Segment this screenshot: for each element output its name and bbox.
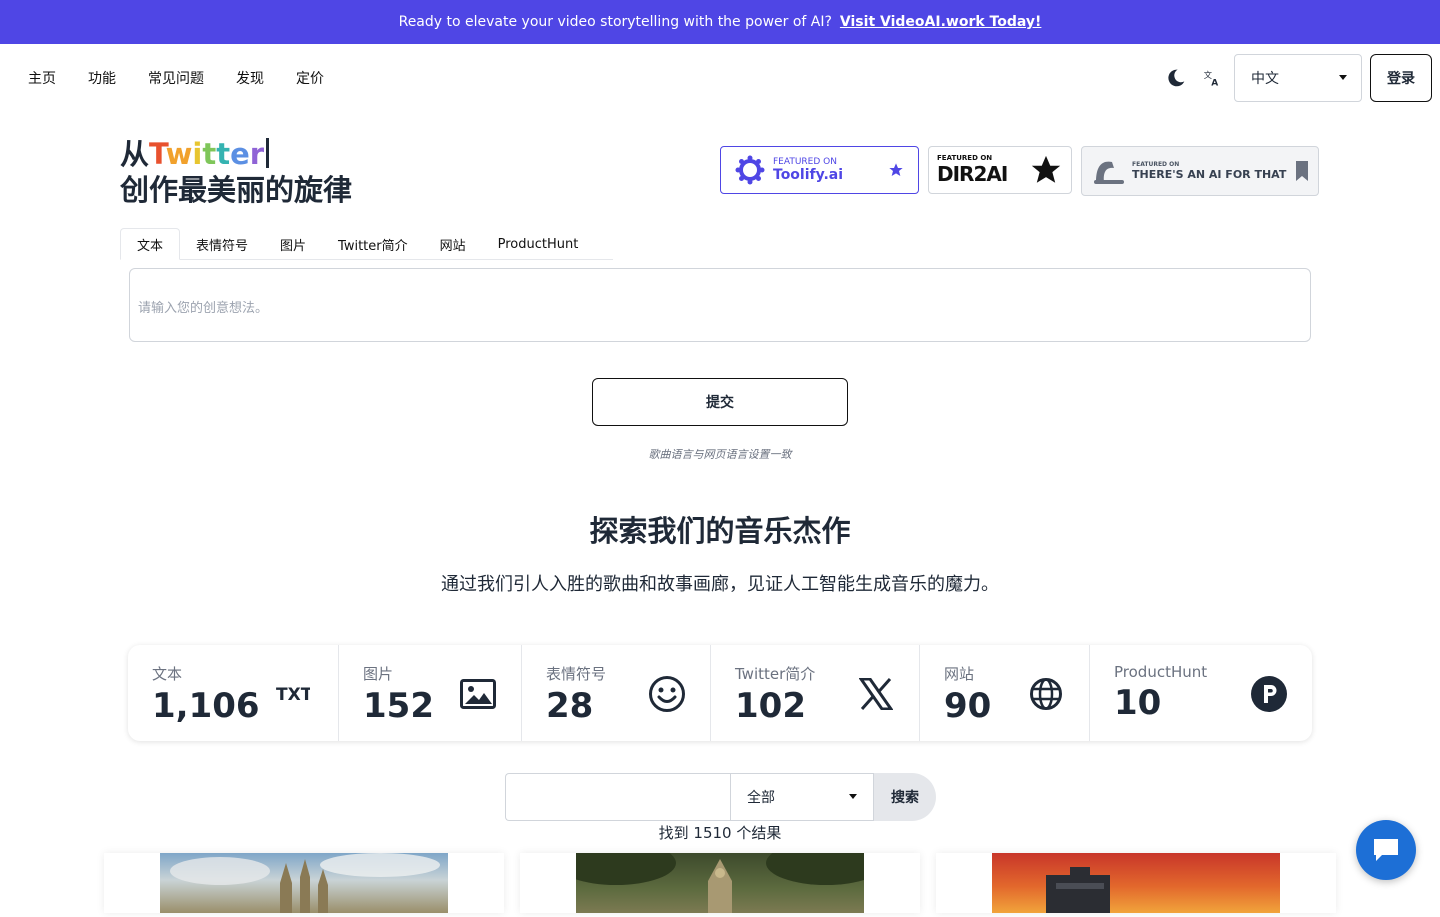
category-select[interactable]: 全部 [730,773,874,821]
nav-right: 文A 中文 登录 [1162,54,1432,102]
banner-text: Ready to elevate your video storytelling… [398,14,832,30]
nav-features[interactable]: 功能 [88,68,116,88]
hero-title: 从Twitter 创作最美丽的旋律 [120,136,352,208]
taaft-name: THERE'S AN AI FOR THAT [1132,168,1287,181]
search-button[interactable]: 搜索 [874,773,936,821]
svg-text:TXT: TXT [276,685,310,704]
taaft-text: FEATURED ON THERE'S AN AI FOR THAT [1132,161,1296,181]
toolify-badge[interactable]: FEATURED ON Toolify.ai [720,146,919,194]
rainbow-letter: i [192,137,203,171]
dir2ai-top: FEATURED ON [937,154,993,162]
toolify-logo-icon [735,155,765,185]
stat-twitter-bio[interactable]: Twitter简介 102 [711,645,920,741]
taaft-logo-icon [1094,161,1124,184]
nav-home[interactable]: 主页 [28,68,56,88]
idea-textarea[interactable]: 请输入您的创意想法。 [129,268,1311,342]
gallery-search: 全部 搜索 [505,773,936,821]
nav-pricing[interactable]: 定价 [296,68,324,88]
language-note: 歌曲语言与网页语言设置一致 [648,448,792,461]
nav-faq[interactable]: 常见问题 [148,68,204,88]
hero-line-1: 从Twitter [120,136,352,172]
tab-image[interactable]: 图片 [264,228,322,260]
nav-links: 主页 功能 常见问题 发现 定价 [28,44,324,112]
rainbow-letter: t [202,137,217,171]
gallery-card[interactable] [104,853,504,913]
svg-text:A: A [1211,79,1218,88]
rainbow-letter: e [230,137,250,171]
language-select[interactable]: 中文 [1234,54,1362,102]
featured-badges: FEATURED ON Toolify.ai FEATURED ON DIR2A… [720,146,1319,196]
stat-emoji[interactable]: 表情符号 28 [522,645,711,741]
hero-line-2: 创作最美丽的旋律 [120,173,353,207]
caret-down-icon [1339,75,1347,80]
announcement-banner: Ready to elevate your video storytelling… [0,0,1440,44]
toolify-top: FEATURED ON [773,157,837,167]
moon-icon[interactable] [1162,64,1190,92]
producthunt-icon [1250,675,1288,713]
category-value: 全部 [747,790,775,806]
toolify-text: FEATURED ON Toolify.ai [773,157,888,183]
rainbow-letter: T [149,137,166,171]
language-value: 中文 [1251,71,1279,87]
dir2ai-badge[interactable]: FEATURED ON DIR2AI [928,146,1072,194]
image-icon [459,675,497,713]
star-icon [889,163,903,176]
tab-website[interactable]: 网站 [424,228,482,260]
card-image[interactable] [992,853,1280,913]
search-input[interactable] [505,773,730,821]
star-icon [1031,155,1061,183]
rainbow-letter: w [165,137,193,171]
dir2ai-text: FEATURED ON DIR2AI [937,154,1008,186]
rainbow-letter: r [249,137,265,171]
tab-producthunt[interactable]: ProductHunt [482,228,595,260]
nav-discover[interactable]: 发现 [236,68,264,88]
stat-image[interactable]: 图片 152 [339,645,522,741]
chat-widget-button[interactable] [1356,820,1416,880]
txt-icon: TXT [274,675,312,713]
section-title: 探索我们的音乐杰作 [589,514,851,548]
tab-text[interactable]: 文本 [120,228,181,260]
smiley-icon [648,675,686,713]
tab-emoji[interactable]: 表情符号 [180,228,264,260]
gallery-card[interactable] [936,853,1336,913]
caret-down-icon [849,794,857,799]
results-count: 找到 1510 个结果 [658,824,782,842]
taaft-top: FEATURED ON [1132,161,1180,168]
gallery-card[interactable] [520,841,920,913]
chat-bubble-icon [1374,839,1398,861]
submit-button[interactable]: 提交 [592,378,848,426]
banner-link[interactable]: Visit VideoAI.work Today! [840,14,1041,30]
login-button[interactable]: 登录 [1370,54,1432,102]
typing-cursor [266,138,270,168]
dir2ai-name: DIR2AI [937,162,1008,186]
toolify-name: Toolify.ai [773,167,844,183]
stats-bar: 文本 1,106 TXT 图片 152 表情符号 28 Twitter简介 10… [128,645,1312,741]
tab-twitter-bio[interactable]: Twitter简介 [322,228,424,260]
rainbow-letter: t [216,137,231,171]
top-nav: 主页 功能 常见问题 发现 定价 文A 中文 登录 [0,44,1440,112]
translate-icon[interactable]: 文A [1198,64,1226,92]
stat-text[interactable]: 文本 1,106 TXT [128,645,339,741]
hero-prefix: 从 [120,137,150,171]
card-image[interactable] [556,841,886,913]
x-logo-icon [857,675,895,713]
input-tabs: 文本 表情符号 图片 Twitter简介 网站 ProductHunt [120,228,613,260]
bookmark-icon [1296,161,1308,181]
taaft-badge[interactable]: FEATURED ON THERE'S AN AI FOR THAT [1081,146,1319,196]
globe-icon [1027,675,1065,713]
section-subtitle: 通过我们引人入胜的歌曲和故事画廊，见证人工智能生成音乐的魔力。 [441,574,999,595]
hero-rainbow-word: Twitter [149,137,264,171]
stat-producthunt[interactable]: ProductHunt 10 [1090,645,1312,741]
stat-website[interactable]: 网站 90 [920,645,1090,741]
card-image[interactable] [160,853,448,913]
